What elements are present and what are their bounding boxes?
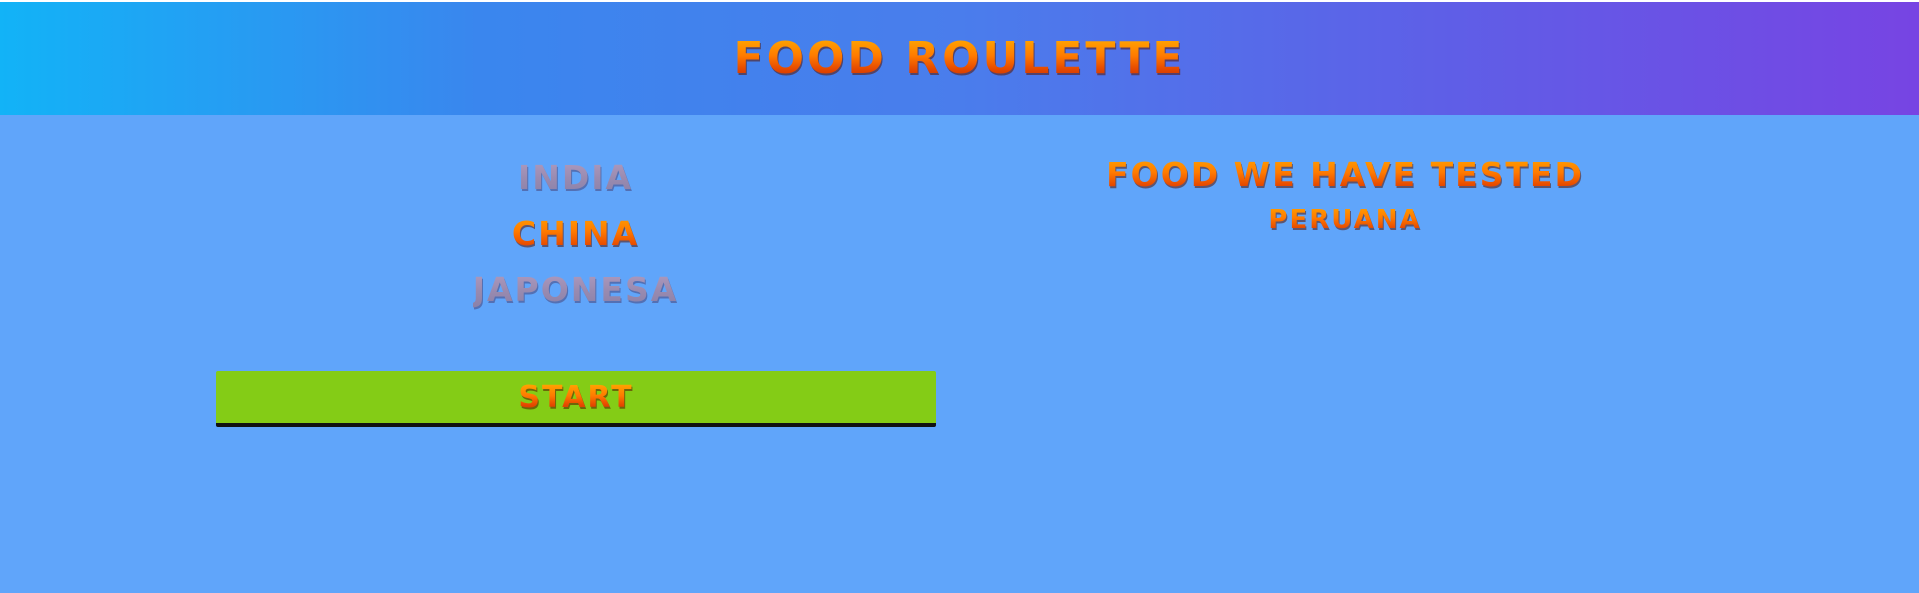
tested-food-panel: FOOD WE HAVE TESTED PERUANA	[1000, 150, 1690, 240]
tested-food-title: FOOD WE HAVE TESTED	[1106, 150, 1584, 200]
option-japonesa: JAPONESA	[473, 262, 679, 318]
start-button-label: START	[518, 379, 634, 415]
start-button[interactable]: START	[216, 371, 936, 427]
roulette-options: INDIA CHINA JAPONESA	[215, 150, 936, 318]
app-title: FOOD ROULETTE	[733, 33, 1186, 84]
tested-food-item: PERUANA	[1268, 200, 1421, 240]
app-header: FOOD ROULETTE	[0, 2, 1919, 115]
option-india: INDIA	[518, 150, 633, 206]
option-china: CHINA	[512, 206, 639, 262]
